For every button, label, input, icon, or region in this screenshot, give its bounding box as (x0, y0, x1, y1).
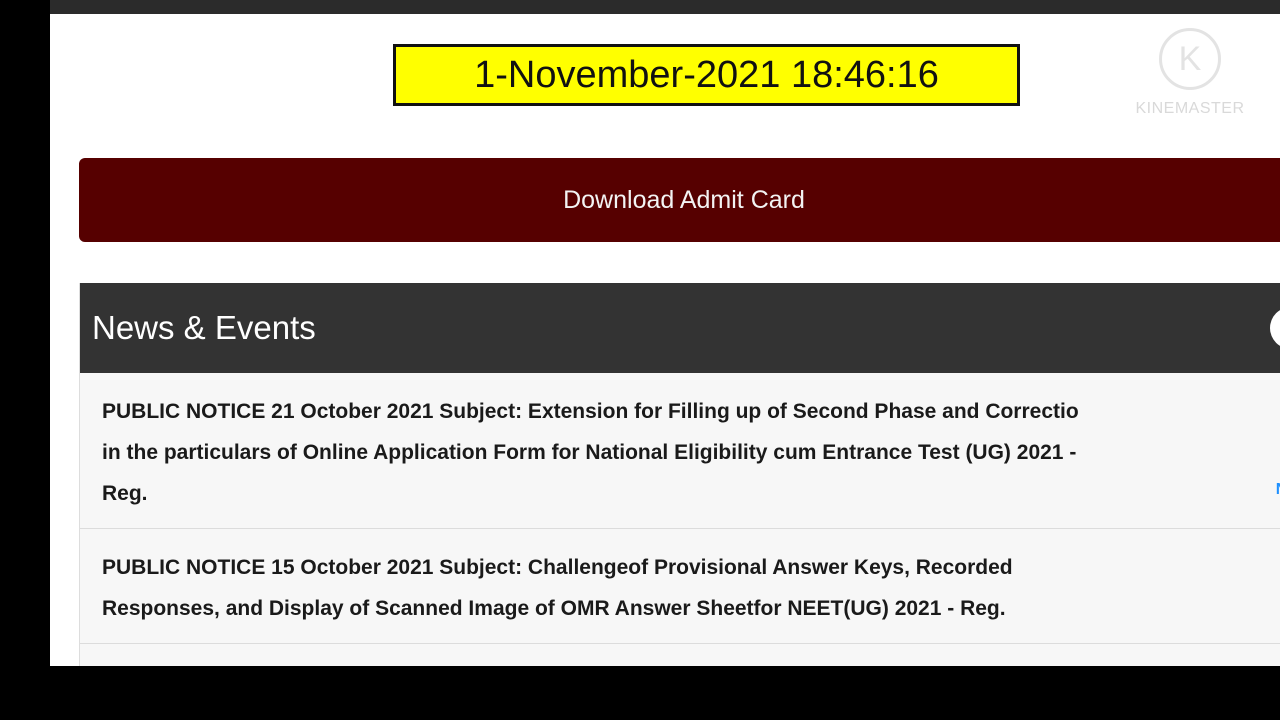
date-time-display: 1-November-2021 18:46:16 (393, 44, 1020, 106)
new-badge: NE (1276, 469, 1280, 510)
news-events-header: News & Events (80, 283, 1280, 373)
news-events-panel: News & Events PUBLIC NOTICE 21 October 2… (79, 283, 1280, 666)
news-item[interactable]: PUBLIC NOTICE 15 October 2021 Subject: C… (80, 529, 1280, 644)
kinemaster-watermark: K KINEMASTER (1110, 28, 1270, 118)
kinemaster-logo-icon: K (1159, 28, 1221, 90)
news-item[interactable]: PUBLIC NOTICE 21 October 2021 Subject: E… (80, 373, 1280, 529)
news-item-line: Reg. (102, 482, 148, 505)
header-icon[interactable] (1270, 307, 1280, 349)
news-item-line: in the particulars of Online Application… (102, 441, 1077, 464)
news-item-line: PUBLIC NOTICE 21 October 2021 Subject: E… (102, 400, 1079, 423)
news-item-line: PUBLIC NOTICE 15 October 2021 Subject: C… (102, 556, 1013, 579)
news-events-title: News & Events (92, 309, 316, 346)
watermark-text: KINEMASTER (1135, 100, 1245, 117)
status-bar (50, 0, 1280, 14)
video-bottom-bar (0, 666, 1280, 720)
download-admit-card-button[interactable]: Download Admit Card (79, 158, 1280, 242)
browser-viewport: 1-November-2021 18:46:16 Download Admit … (50, 14, 1280, 666)
news-item-line: Responses, and Display of Scanned Image … (102, 597, 1006, 620)
